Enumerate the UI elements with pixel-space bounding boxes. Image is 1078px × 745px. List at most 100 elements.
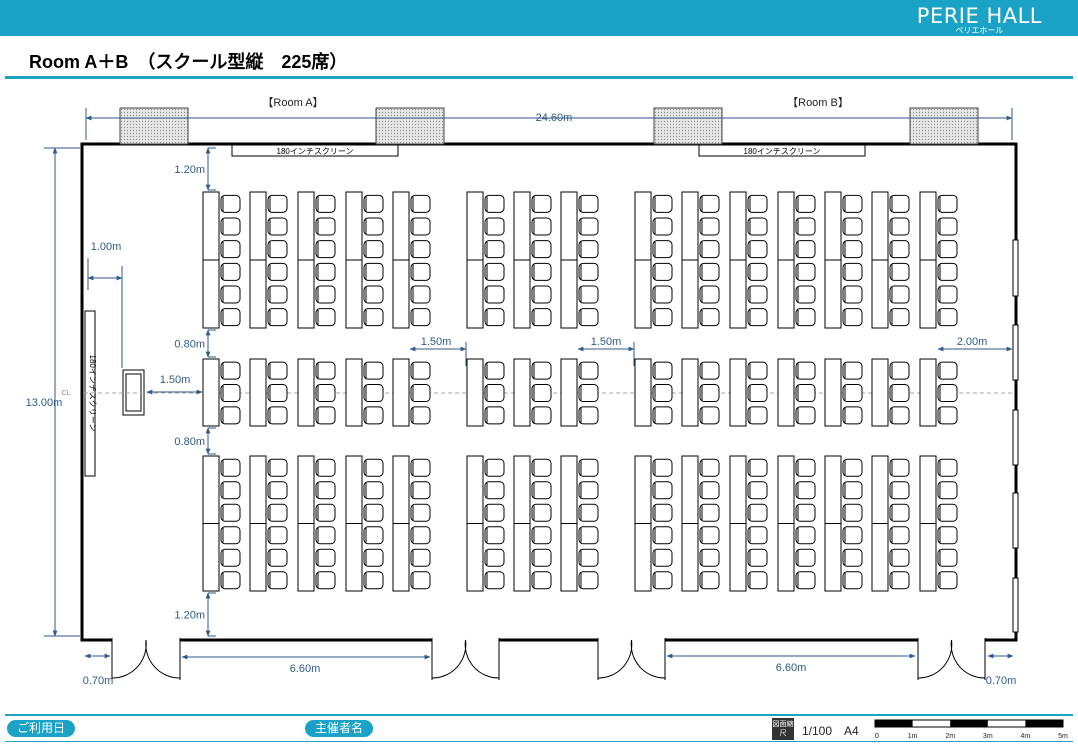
chair <box>578 217 599 236</box>
chair <box>937 503 958 522</box>
dim-top-gap-label: 1.20m <box>174 164 205 176</box>
window-panel <box>1012 409 1019 466</box>
chair <box>578 481 599 500</box>
chair <box>795 194 816 213</box>
chair <box>652 384 673 402</box>
chair <box>795 262 816 281</box>
chair <box>410 240 431 259</box>
chair <box>652 571 673 590</box>
chair <box>652 406 673 425</box>
chair <box>652 262 673 281</box>
chair <box>267 194 288 213</box>
dim-aisle-2-label: 0.80m <box>174 436 205 448</box>
desk <box>392 358 410 427</box>
chair <box>220 361 241 380</box>
chair <box>484 262 505 281</box>
chair <box>578 406 599 425</box>
window-panel <box>1012 324 1019 381</box>
chair <box>937 548 958 567</box>
chair <box>795 240 816 259</box>
chair <box>937 384 958 402</box>
dim-podium-gap-label: 1.00m <box>91 241 122 253</box>
footer-divider <box>5 714 1073 716</box>
organizer-label-badge: 主催者名 <box>305 720 373 737</box>
desk <box>777 358 795 427</box>
screen-b-label: 180インチスクリーン <box>744 147 821 156</box>
chair <box>363 240 384 259</box>
door-3-swing <box>597 639 633 679</box>
chair <box>315 194 336 213</box>
chair <box>267 548 288 567</box>
chair <box>410 285 431 304</box>
chair <box>531 503 552 522</box>
chair <box>578 571 599 590</box>
chair <box>795 481 816 500</box>
chair <box>889 406 910 425</box>
column-block <box>909 107 979 145</box>
chair <box>578 308 599 327</box>
chair <box>889 262 910 281</box>
scale-tick: 5m <box>1058 733 1068 740</box>
window-panel <box>1012 492 1019 549</box>
chair <box>652 217 673 236</box>
chair <box>937 361 958 380</box>
dim-bottom-gap-label: 1.20m <box>174 610 205 622</box>
chair <box>267 285 288 304</box>
scale-text: 1/100 A4 <box>802 724 859 738</box>
chair <box>267 262 288 281</box>
chair <box>795 571 816 590</box>
chair <box>652 548 673 567</box>
chair <box>363 571 384 590</box>
chair <box>842 262 863 281</box>
chair <box>842 194 863 213</box>
chair <box>937 481 958 500</box>
desk <box>202 358 220 427</box>
chair <box>410 503 431 522</box>
chair <box>220 548 241 567</box>
chair <box>410 571 431 590</box>
desk <box>634 358 652 427</box>
chair <box>484 285 505 304</box>
chair <box>842 571 863 590</box>
chair <box>484 384 505 402</box>
chair <box>699 384 720 402</box>
chair <box>699 308 720 327</box>
desk <box>681 358 699 427</box>
chair <box>220 571 241 590</box>
chair <box>795 361 816 380</box>
chair <box>889 285 910 304</box>
dim-block-gap-2-label: 1.50m <box>591 336 622 348</box>
window-panel <box>1012 577 1019 633</box>
chair <box>220 526 241 545</box>
chair <box>267 458 288 477</box>
chair <box>484 217 505 236</box>
dim-aisle-1-label: 0.80m <box>174 339 205 351</box>
chair <box>889 240 910 259</box>
chair <box>795 384 816 402</box>
door-4-swing <box>950 639 986 679</box>
chair <box>747 548 768 567</box>
chair <box>267 503 288 522</box>
chair <box>315 384 336 402</box>
chair <box>220 262 241 281</box>
dim-height-label: 13.00m <box>26 397 63 409</box>
chair <box>531 361 552 380</box>
chair <box>410 262 431 281</box>
chair <box>747 361 768 380</box>
chair <box>315 503 336 522</box>
chair <box>315 571 336 590</box>
chair <box>937 526 958 545</box>
chair <box>484 548 505 567</box>
chair <box>747 526 768 545</box>
chair <box>484 458 505 477</box>
chair <box>484 308 505 327</box>
chair <box>220 285 241 304</box>
chair <box>410 526 431 545</box>
door-1-swing <box>145 639 181 679</box>
chair <box>220 458 241 477</box>
desk <box>824 358 842 427</box>
chair <box>315 308 336 327</box>
chair <box>267 361 288 380</box>
chair <box>842 548 863 567</box>
chair <box>937 458 958 477</box>
